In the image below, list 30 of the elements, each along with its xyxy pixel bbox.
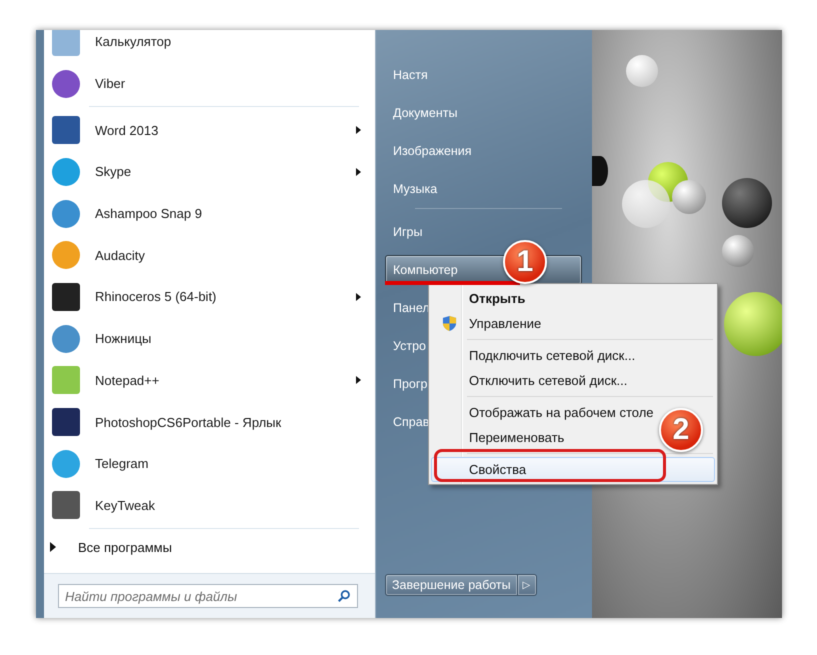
program-item[interactable]: Audacity: [44, 234, 375, 276]
program-item[interactable]: Rhinoceros 5 (64-bit): [44, 276, 375, 318]
menu-item[interactable]: Переименовать: [431, 425, 574, 450]
all-programs-item[interactable]: Все программы: [44, 531, 375, 564]
shutdown-options-button[interactable]: ▷: [518, 574, 537, 596]
menu-item[interactable]: Управление: [431, 311, 550, 336]
search-icon: [337, 589, 351, 603]
submenu-arrow-icon: [356, 168, 361, 176]
program-item[interactable]: Telegram: [44, 442, 375, 485]
search-field[interactable]: Найти программы и файлы: [58, 584, 358, 608]
submenu-arrow-icon: [356, 292, 361, 301]
program-item[interactable]: Ashampoo Snap 9: [44, 192, 375, 234]
place-item[interactable]: Изображения: [385, 136, 582, 166]
program-item[interactable]: Калькулятор: [44, 30, 375, 63]
program-item[interactable]: Notepad++: [44, 360, 375, 402]
program-item[interactable]: Viber: [44, 62, 375, 104]
expand-arrow-icon: [50, 542, 56, 552]
place-item[interactable]: Музыка: [385, 174, 582, 204]
menu-item[interactable]: Отключить сетевой диск...: [431, 368, 636, 393]
program-item[interactable]: KeyTweak: [44, 484, 375, 526]
place-item[interactable]: Документы: [385, 98, 582, 128]
program-item[interactable]: Ножницы: [44, 318, 375, 360]
menu-item[interactable]: Подключить сетевой диск...: [431, 343, 644, 368]
submenu-arrow-icon: [356, 376, 361, 384]
program-item[interactable]: Skype: [44, 151, 375, 193]
shutdown-button[interactable]: Завершение работы: [385, 574, 518, 596]
program-item[interactable]: PhotoshopCS6Portable - Ярлык: [44, 401, 375, 443]
menu-item[interactable]: Открыть: [431, 286, 534, 311]
program-item[interactable]: Word 2013: [44, 109, 375, 152]
submenu-arrow-icon: [356, 126, 361, 134]
